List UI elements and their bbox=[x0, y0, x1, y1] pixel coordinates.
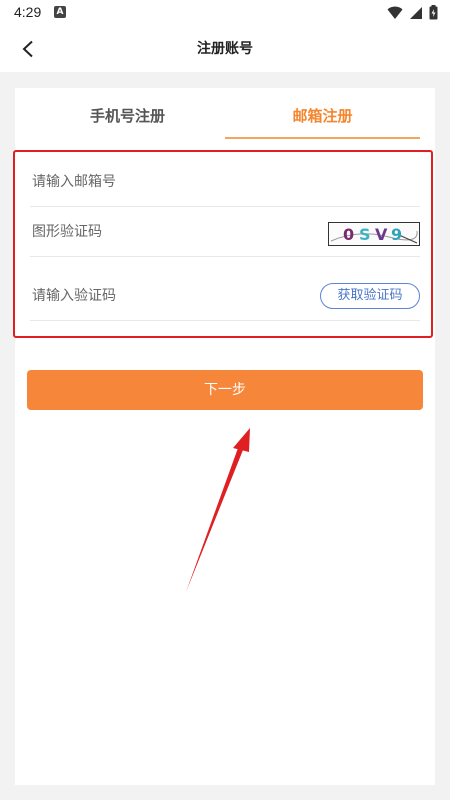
svg-text:S: S bbox=[359, 225, 371, 244]
svg-text:V: V bbox=[375, 225, 388, 244]
captcha-row: 0 S V 9 bbox=[30, 208, 420, 257]
chevron-left-icon bbox=[22, 40, 33, 58]
code-row: 获取验证码 bbox=[30, 272, 420, 321]
code-input[interactable] bbox=[30, 272, 314, 320]
svg-text:9: 9 bbox=[391, 225, 402, 244]
email-input[interactable] bbox=[30, 158, 314, 206]
status-time: 4:29 bbox=[14, 4, 42, 20]
svg-text:0: 0 bbox=[343, 225, 354, 244]
captcha-graphic: 0 S V 9 bbox=[330, 225, 418, 244]
captcha-input[interactable] bbox=[30, 208, 314, 256]
tab-phone-register[interactable]: 手机号注册 bbox=[30, 98, 225, 138]
register-tabs: 手机号注册 邮箱注册 bbox=[30, 98, 420, 139]
signal-icon bbox=[410, 6, 422, 19]
register-card: 手机号注册 邮箱注册 0 S V 9 获取验证码 下一步 bbox=[13, 88, 435, 785]
status-icons bbox=[387, 5, 438, 20]
wifi-icon bbox=[387, 6, 403, 19]
notification-icon: A bbox=[54, 6, 66, 18]
captcha-image[interactable]: 0 S V 9 bbox=[328, 222, 420, 246]
page-title: 注册账号 bbox=[197, 41, 253, 57]
status-bar: 4:29 A bbox=[0, 0, 450, 26]
app-header: 注册账号 bbox=[0, 26, 450, 72]
battery-icon bbox=[429, 5, 438, 20]
get-code-button[interactable]: 获取验证码 bbox=[320, 283, 420, 309]
tab-email-register[interactable]: 邮箱注册 bbox=[225, 98, 420, 139]
next-step-button[interactable]: 下一步 bbox=[27, 370, 423, 410]
email-row bbox=[30, 158, 420, 207]
back-button[interactable] bbox=[14, 35, 42, 63]
